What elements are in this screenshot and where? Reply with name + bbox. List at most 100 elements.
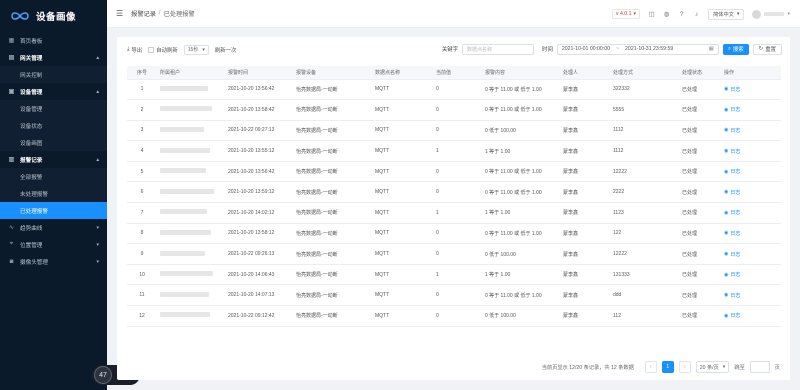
export-button[interactable]: ⤓ 导出 bbox=[127, 46, 142, 54]
cell-tenant-redacted bbox=[157, 161, 225, 183]
hamburger-icon[interactable]: ☰ bbox=[116, 9, 123, 18]
sidebar-group-gateway[interactable]: ▤ 网关管理 ▴ bbox=[0, 49, 107, 66]
sidebar-group-device[interactable]: ▣ 设备管理 ▴ bbox=[0, 83, 107, 100]
logo-icon bbox=[11, 12, 29, 20]
cell-handler: 蒙李鑫 bbox=[560, 305, 610, 327]
cell-status: 已处理 bbox=[679, 264, 721, 286]
breadcrumb-item[interactable]: 报警记录 bbox=[131, 9, 156, 18]
cell-tenant-redacted bbox=[157, 202, 225, 224]
jump-page-input[interactable] bbox=[749, 361, 770, 373]
range-separator: ~ bbox=[616, 46, 620, 52]
sidebar-item-location[interactable]: ⌖ 位置管理 ▾ bbox=[0, 236, 107, 253]
sidebar-item-gateway-control[interactable]: 网关控制 bbox=[0, 66, 107, 83]
log-button[interactable]: ◉ 日志 bbox=[724, 106, 740, 114]
logo[interactable]: 设备画像 bbox=[0, 0, 107, 32]
log-icon: ◉ bbox=[724, 230, 729, 237]
prev-page-button[interactable]: ‹ bbox=[644, 361, 657, 373]
sidebar-item-trend[interactable]: ∿ 趋势曲线 ▾ bbox=[0, 219, 107, 236]
keyword-input[interactable]: 数据点名称 bbox=[462, 43, 535, 55]
cell-handler: 蒙李鑫 bbox=[560, 140, 610, 162]
keyword-label: 关键字 bbox=[441, 47, 459, 53]
sidebar: 设备画像 ▦ 首页看板 ▤ 网关管理 ▴ 网关控制 ▣ 设备管理 ▴ 设备管理 … bbox=[0, 0, 107, 390]
cell-point: MQTT bbox=[372, 305, 433, 327]
sidebar-item-device-manage[interactable]: 设备管理 bbox=[0, 100, 107, 117]
log-label: 日志 bbox=[730, 292, 741, 299]
cell-point: MQTT bbox=[372, 223, 433, 245]
interval-value: 15秒 bbox=[187, 47, 199, 53]
log-button[interactable]: ◉ 日志 bbox=[724, 148, 740, 155]
page-size-select[interactable]: 20 条/页 ▾ bbox=[695, 361, 730, 373]
language-select[interactable]: 简体中文 ▾ bbox=[708, 8, 745, 20]
search-icon: ⌕ bbox=[727, 45, 731, 52]
column-header: 报警时间 bbox=[225, 66, 293, 80]
column-header: 处理状态 bbox=[679, 66, 721, 80]
log-button[interactable]: ◉ 日志 bbox=[724, 127, 740, 134]
log-button[interactable]: ◉ 日志 bbox=[724, 209, 740, 217]
table-row: 1 2021-10-20 13:56:42 怡亮数据局-一动断 MQTT 0 0 等于 1… bbox=[127, 79, 781, 101]
cell-point: MQTT bbox=[372, 264, 433, 286]
help-icon[interactable]: ? bbox=[678, 11, 685, 18]
cell-method: 322332 bbox=[610, 79, 679, 101]
sidebar-item-all-alarms[interactable]: 全部报警 bbox=[0, 168, 107, 185]
date-range-picker[interactable]: 2021-10-01 00:00:00 ~ 2021-10-31 23:59:5… bbox=[556, 43, 719, 55]
sidebar-item-label: 已处理报警 bbox=[20, 208, 48, 215]
sidebar-item-camera[interactable]: ◙ 摄像头管理 ▾ bbox=[0, 253, 107, 270]
cell-device: 怡亮数据局-一动断 bbox=[293, 223, 372, 245]
cell-action: ◉ 日志 bbox=[721, 181, 781, 204]
search-button[interactable]: ⌕ 搜索 bbox=[722, 43, 749, 55]
sidebar-item-device-drawing[interactable]: 设备画图 bbox=[0, 134, 107, 151]
cell-status: 已处理 bbox=[679, 243, 721, 265]
log-button[interactable]: ◉ 日志 bbox=[724, 230, 740, 237]
table-row: 4 2021-10-20 13:55:12 怡亮数据局-一动断 MQTT 1 1 等于 1… bbox=[127, 140, 781, 162]
cell-content: 1 等于 1.00 bbox=[482, 140, 560, 162]
main-panel: ⤓ 导出 自动刷新 15秒 ▾ 刷新一次 关键字 数据点名称 时间 2021-1… bbox=[117, 37, 790, 380]
cell-status: 已处理 bbox=[679, 99, 721, 121]
cell-time: 2021-10-20 14:02:12 bbox=[225, 202, 293, 224]
sidebar-item-dashboard[interactable]: ▦ 首页看板 bbox=[0, 32, 107, 49]
log-button[interactable]: ◉ 日志 bbox=[724, 86, 740, 93]
sidebar-item-label: 趋势曲线 bbox=[20, 225, 43, 232]
column-header: 所属租户 bbox=[157, 66, 225, 80]
cell-tenant-redacted bbox=[157, 223, 225, 245]
next-page-button[interactable]: › bbox=[678, 361, 691, 373]
cell-handler: 蒙李鑫 bbox=[560, 223, 610, 245]
cell-action: ◉ 日志 bbox=[721, 284, 781, 307]
log-button[interactable]: ◉ 日志 bbox=[724, 168, 740, 176]
cell-device: 怡亮数据局-一动断 bbox=[293, 161, 372, 183]
refresh-interval-select[interactable]: 15秒 ▾ bbox=[183, 44, 209, 55]
cell-status: 已处理 bbox=[679, 202, 721, 224]
sidebar-item-unhandled-alarms[interactable]: 未处理报警 bbox=[0, 185, 107, 202]
cell-method: 1123 bbox=[610, 202, 679, 224]
reset-button[interactable]: ↻ 重置 bbox=[752, 43, 782, 55]
chevron-down-icon: ▾ bbox=[722, 364, 726, 370]
log-button[interactable]: ◉ 日志 bbox=[724, 189, 740, 196]
chevron-up-icon: ▴ bbox=[96, 88, 99, 95]
redacted-bar bbox=[160, 229, 211, 235]
log-label: 日志 bbox=[730, 313, 741, 320]
sidebar-item-device-status[interactable]: 设备状态 bbox=[0, 117, 107, 134]
page-number-current[interactable]: 1 bbox=[661, 361, 674, 373]
log-icon: ◉ bbox=[724, 312, 729, 319]
log-button[interactable]: ◉ 日志 bbox=[724, 251, 740, 258]
cell-device: 怡亮数据局-一动断 bbox=[293, 181, 372, 204]
sidebar-item-handled-alarms[interactable]: 已处理报警 bbox=[0, 202, 107, 219]
cell-content: 0 等于 11.00 或 低于 1.00 bbox=[482, 99, 560, 121]
auto-refresh-checkbox[interactable]: 自动刷新 bbox=[148, 46, 178, 54]
sidebar-item-label: 设备画图 bbox=[20, 140, 43, 147]
cell-value: 0 bbox=[433, 120, 482, 142]
version-dropdown[interactable]: v 4.0.1 ▾ bbox=[611, 9, 641, 19]
message-icon[interactable]: ◫ bbox=[648, 11, 655, 18]
column-header: 当前值 bbox=[433, 66, 482, 80]
user-menu[interactable]: ▾ bbox=[752, 9, 790, 19]
feedback-icon[interactable]: ◍ bbox=[663, 11, 670, 18]
bell-icon[interactable]: ♪ bbox=[693, 11, 700, 18]
sidebar-group-alarm[interactable]: ▥ 报警记录 ▴ bbox=[0, 151, 107, 168]
refresh-once-button[interactable]: 刷新一次 bbox=[215, 46, 237, 54]
log-button[interactable]: ◉ 日志 bbox=[724, 292, 740, 299]
log-button[interactable]: ◉ 日志 bbox=[724, 271, 740, 279]
time-label: 时间 bbox=[542, 47, 553, 53]
log-button[interactable]: ◉ 日志 bbox=[724, 312, 741, 320]
table-row: 10 2021-10-20 14:06:43 怡亮数据局-一动断 MQTT 1 1 等于 … bbox=[127, 264, 781, 286]
cell-tenant-redacted bbox=[157, 284, 225, 307]
date-to: 2021-10-31 23:59:59 bbox=[625, 46, 674, 52]
